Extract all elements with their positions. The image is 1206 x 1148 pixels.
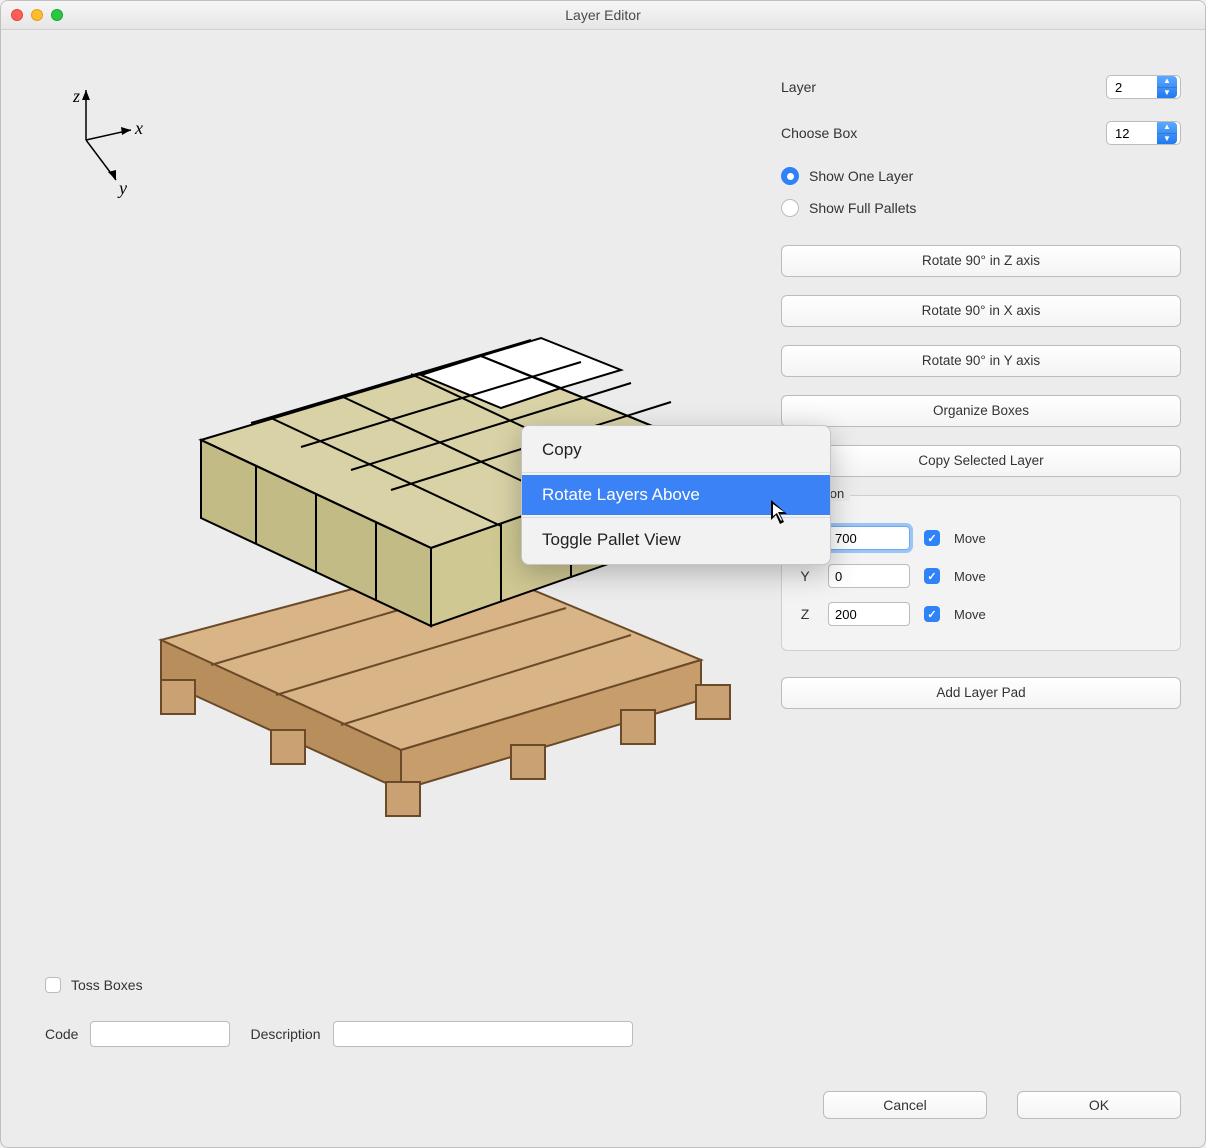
code-label: Code bbox=[45, 1026, 78, 1042]
choose-box-value[interactable] bbox=[1107, 122, 1157, 144]
stepper-arrows-icon[interactable]: ▲▼ bbox=[1157, 122, 1177, 144]
add-layer-pad-button[interactable]: Add Layer Pad bbox=[781, 677, 1181, 709]
move-y-checkbox[interactable] bbox=[924, 568, 940, 584]
move-x-checkbox[interactable] bbox=[924, 530, 940, 546]
move-y-label: Move bbox=[954, 569, 986, 584]
window-title: Layer Editor bbox=[1, 7, 1205, 23]
pos-y-input[interactable] bbox=[828, 564, 910, 588]
toss-boxes-checkbox[interactable] bbox=[45, 977, 61, 993]
titlebar: Layer Editor bbox=[1, 1, 1205, 30]
rotate-x-button[interactable]: Rotate 90° in X axis bbox=[781, 295, 1181, 327]
organize-boxes-button[interactable]: Organize Boxes bbox=[781, 395, 1181, 427]
close-icon[interactable] bbox=[11, 9, 23, 21]
window-buttons bbox=[11, 9, 63, 21]
show-full-pallets-label: Show Full Pallets bbox=[809, 200, 916, 216]
show-one-layer-radio[interactable]: Show One Layer bbox=[781, 167, 1181, 185]
toss-boxes-label: Toss Boxes bbox=[71, 977, 143, 993]
axis-x-label: x bbox=[134, 118, 143, 138]
ctx-toggle-pallet-view[interactable]: Toggle Pallet View bbox=[522, 520, 830, 560]
axis-y-label: y bbox=[117, 178, 127, 198]
bottom-left-controls: Toss Boxes Code Description bbox=[45, 977, 745, 1047]
radio-icon[interactable] bbox=[781, 199, 799, 217]
pos-z-label: Z bbox=[796, 606, 814, 622]
position-group: Position X Move Y Move Z Move bbox=[781, 495, 1181, 651]
minimize-icon[interactable] bbox=[31, 9, 43, 21]
layer-stepper[interactable]: ▲▼ bbox=[1106, 75, 1181, 99]
ok-button[interactable]: OK bbox=[1017, 1091, 1181, 1119]
move-x-label: Move bbox=[954, 531, 986, 546]
move-z-label: Move bbox=[954, 607, 986, 622]
ctx-copy[interactable]: Copy bbox=[522, 430, 830, 470]
layer-editor-window: Layer Editor z x y bbox=[0, 0, 1206, 1148]
layer-label: Layer bbox=[781, 79, 971, 95]
pos-x-input[interactable] bbox=[828, 526, 910, 550]
rotate-y-button[interactable]: Rotate 90° in Y axis bbox=[781, 345, 1181, 377]
copy-selected-layer-button[interactable]: Copy Selected Layer bbox=[781, 445, 1181, 477]
layer-value[interactable] bbox=[1107, 76, 1157, 98]
show-full-pallets-radio[interactable]: Show Full Pallets bbox=[781, 199, 1181, 217]
description-input[interactable] bbox=[333, 1021, 633, 1047]
controls-panel: Layer ▲▼ Choose Box ▲▼ Show One Layer bbox=[781, 75, 1181, 727]
context-menu: Copy Rotate Layers Above Toggle Pallet V… bbox=[521, 425, 831, 565]
radio-icon[interactable] bbox=[781, 167, 799, 185]
rotate-z-button[interactable]: Rotate 90° in Z axis bbox=[781, 245, 1181, 277]
cancel-button[interactable]: Cancel bbox=[823, 1091, 987, 1119]
show-one-layer-label: Show One Layer bbox=[809, 168, 913, 184]
zoom-icon[interactable] bbox=[51, 9, 63, 21]
description-label: Description bbox=[250, 1026, 320, 1042]
footer-buttons: Cancel OK bbox=[823, 1091, 1181, 1119]
code-input[interactable] bbox=[90, 1021, 230, 1047]
pos-z-input[interactable] bbox=[828, 602, 910, 626]
pos-y-label: Y bbox=[796, 568, 814, 584]
choose-box-label: Choose Box bbox=[781, 125, 971, 141]
stepper-arrows-icon[interactable]: ▲▼ bbox=[1157, 76, 1177, 98]
move-z-checkbox[interactable] bbox=[924, 606, 940, 622]
axis-z-label: z bbox=[72, 86, 80, 106]
choose-box-stepper[interactable]: ▲▼ bbox=[1106, 121, 1181, 145]
